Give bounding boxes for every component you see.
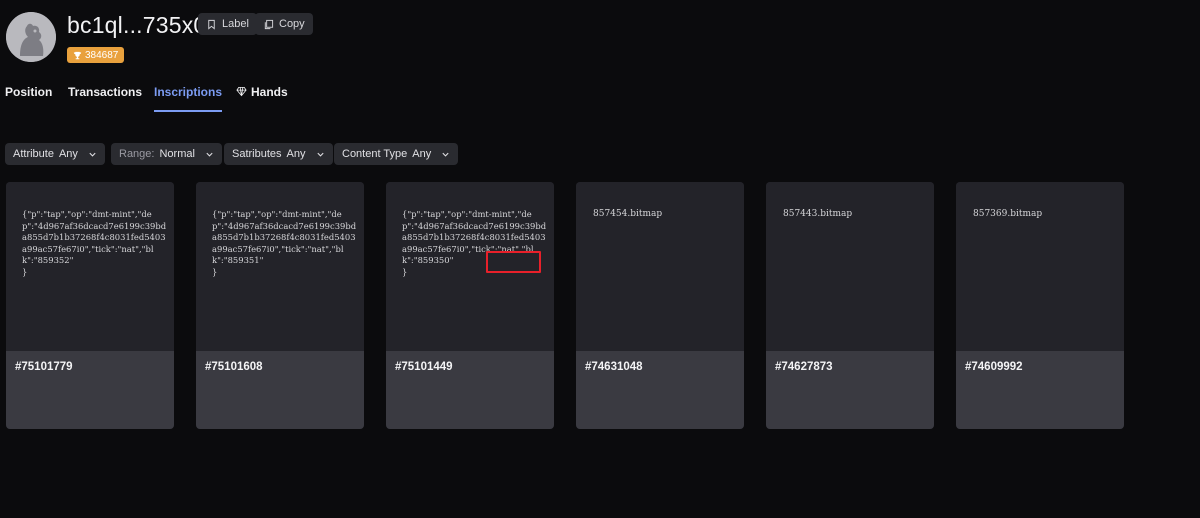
chevron-down-icon	[206, 152, 213, 157]
inscription-preview: 857369.bitmap	[956, 182, 1124, 351]
range-filter-value: Normal	[159, 148, 195, 160]
tab-transactions[interactable]: Transactions	[68, 84, 142, 110]
inscription-content: {"p":"tap","op":"dmt-mint","dep":"4d967a…	[22, 209, 167, 277]
inscription-preview: {"p":"tap","op":"dmt-mint","dep":"4d967a…	[196, 182, 364, 351]
tab-bar: Position Transactions Inscriptions Hands	[0, 84, 1200, 114]
label-button-text: Label	[222, 18, 249, 30]
inscription-content: 857369.bitmap	[973, 209, 1043, 219]
attribute-filter-value: Any	[58, 148, 78, 160]
inscription-card[interactable]: 857369.bitmap #74609992	[956, 182, 1124, 429]
inscription-footer: #75101608	[196, 351, 364, 429]
copy-icon	[264, 19, 274, 29]
inscription-card[interactable]: 857443.bitmap #74627873	[766, 182, 934, 429]
copy-button[interactable]: Copy	[255, 13, 313, 35]
inscription-footer: #74627873	[766, 351, 934, 429]
diamond-icon	[236, 86, 247, 97]
inscription-card[interactable]: {"p":"tap","op":"dmt-mint","dep":"4d967a…	[196, 182, 364, 429]
trophy-icon	[73, 51, 82, 59]
inscription-content: 857454.bitmap	[593, 209, 663, 219]
chevron-down-icon	[316, 152, 324, 157]
inscription-content: 857443.bitmap	[783, 209, 853, 219]
inscription-preview: {"p":"tap","op":"dmt-mint","dep":"4d967a…	[6, 182, 174, 351]
label-button[interactable]: Label	[198, 13, 257, 35]
inscription-content: {"p":"tap","op":"dmt-mint","dep":"4d967a…	[212, 209, 357, 277]
chevron-down-icon	[89, 152, 96, 157]
rank-value: 384687	[85, 49, 119, 61]
content-type-filter-label: Content Type	[342, 148, 408, 160]
inscription-number: #75101608	[205, 361, 263, 373]
attribute-filter[interactable]: Attribute Any	[5, 143, 105, 165]
inscription-card[interactable]: {"p":"tap","op":"dmt-mint","dep":"4d967a…	[386, 182, 554, 429]
content-type-filter[interactable]: Content Type Any	[334, 143, 459, 165]
tab-position[interactable]: Position	[5, 84, 52, 110]
inscription-footer: #74631048	[576, 351, 744, 429]
avatar-creature-icon	[6, 12, 56, 62]
tab-inscriptions-label: Inscriptions	[154, 85, 223, 99]
satributes-filter-label: Satributes	[232, 148, 282, 160]
copy-button-text: Copy	[279, 18, 305, 30]
range-filter-label: Range:	[119, 148, 155, 160]
inscription-footer: #74609992	[956, 351, 1124, 429]
tab-hands-label: Hands	[251, 85, 288, 99]
avatar[interactable]	[6, 12, 56, 62]
satributes-filter[interactable]: Satributes Any	[224, 143, 333, 165]
wallet-address: bc1ql...735x0	[67, 12, 207, 38]
bookmark-icon	[208, 19, 215, 30]
inscription-footer: #75101449	[386, 351, 554, 429]
inscription-preview: 857454.bitmap	[576, 182, 744, 351]
tab-inscriptions[interactable]: Inscriptions	[154, 84, 223, 112]
red-highlight-box	[486, 251, 541, 273]
inscription-footer: #75101779	[6, 351, 174, 429]
inscription-number: #74627873	[775, 361, 833, 373]
content-type-filter-value: Any	[412, 148, 432, 160]
inscription-card[interactable]: {"p":"tap","op":"dmt-mint","dep":"4d967a…	[6, 182, 174, 429]
inscription-number: #75101779	[15, 361, 73, 373]
inscription-preview: 857443.bitmap	[766, 182, 934, 351]
tab-hands[interactable]: Hands	[236, 84, 288, 110]
rank-badge: 384687	[67, 47, 125, 63]
tab-transactions-label: Transactions	[68, 85, 143, 99]
inscription-card[interactable]: 857454.bitmap #74631048	[576, 182, 744, 429]
inscription-number: #74609992	[965, 361, 1023, 373]
inscription-number: #74631048	[585, 361, 643, 373]
inscription-number: #75101449	[395, 361, 453, 373]
tab-position-label: Position	[5, 85, 53, 99]
satributes-filter-value: Any	[286, 148, 306, 160]
chevron-down-icon	[442, 152, 449, 157]
profile-header: bc1ql...735x0 Label Copy 384687	[0, 0, 1200, 75]
attribute-filter-label: Attribute	[13, 148, 54, 160]
range-filter[interactable]: Range: Normal	[111, 143, 222, 165]
